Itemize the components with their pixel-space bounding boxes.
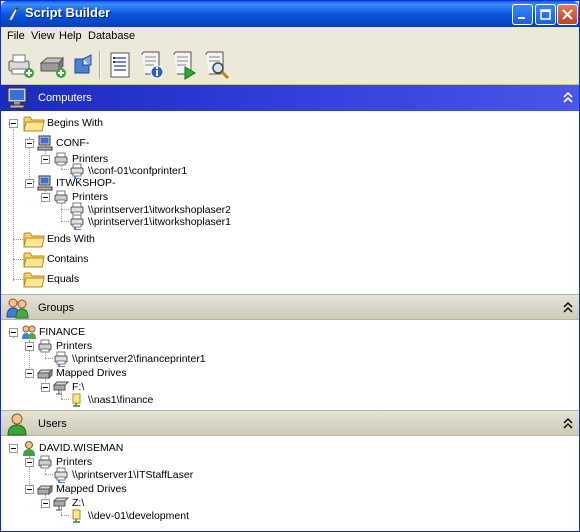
folder-icon — [23, 232, 45, 248]
add-printer-icon[interactable] — [6, 49, 36, 81]
menu-database[interactable]: Database — [88, 30, 135, 42]
tree-label: Begins With — [47, 117, 104, 129]
script-list-icon[interactable] — [105, 49, 135, 81]
tree-label: ITWKSHOP- — [56, 177, 116, 189]
collapse-toggle[interactable] — [9, 119, 18, 128]
folder-icon — [23, 252, 45, 268]
tree-label: DAVID.WISEMAN — [39, 442, 124, 454]
app-icon — [8, 7, 19, 21]
tree-label: \\printserver2\financeprinter1 — [72, 353, 206, 365]
minimize-button[interactable] — [512, 4, 533, 25]
users-section-header[interactable]: Users — [1, 410, 579, 436]
network-printer-icon — [70, 214, 84, 230]
groups-tree: FINANCE Printers \\printserver2\financep… — [1, 320, 579, 410]
tree-node-itwkshop-printer2[interactable]: \\printserver1\itworkshoplaser1 — [1, 214, 301, 230]
script-builder-window: Script Builder File View Help Database C… — [0, 0, 580, 532]
collapse-toggle[interactable] — [41, 499, 50, 508]
tree-node-equals[interactable]: Equals — [1, 271, 301, 288]
collapse-chevron-icon[interactable] — [561, 91, 575, 105]
computer-icon — [7, 87, 27, 109]
collapse-toggle[interactable] — [25, 179, 34, 188]
folder-icon — [23, 272, 45, 288]
users-header-label: Users — [38, 418, 67, 430]
groups-section-header[interactable]: Groups — [1, 294, 579, 320]
toolbar-separator — [99, 51, 101, 79]
collapse-chevron-icon[interactable] — [561, 301, 575, 315]
collapse-toggle[interactable] — [41, 383, 50, 392]
script-run-icon[interactable] — [169, 49, 199, 81]
tree-label: Contains — [47, 253, 89, 265]
tree-node-ends-with[interactable]: Ends With — [1, 231, 301, 248]
user-icon — [7, 413, 27, 436]
toolbar — [1, 45, 579, 85]
menu-help[interactable]: Help — [59, 30, 82, 42]
tree-label: \\nas1\finance — [88, 394, 154, 406]
close-button[interactable] — [557, 4, 578, 25]
add-drive-icon[interactable] — [38, 49, 68, 81]
tree-label: Mapped Drives — [56, 367, 127, 379]
tree-node-begins-with[interactable]: Begins With — [1, 115, 301, 132]
menu-view[interactable]: View — [31, 30, 55, 42]
collapse-toggle[interactable] — [25, 458, 34, 467]
collapse-toggle[interactable] — [25, 485, 34, 494]
tree-node-conf[interactable]: CONF- — [1, 135, 301, 151]
collapse-toggle[interactable] — [9, 444, 18, 453]
computers-header-label: Computers — [38, 92, 92, 104]
tree-label: Equals — [47, 273, 80, 285]
share-folder-icon — [72, 393, 81, 407]
folder-icon — [23, 116, 45, 132]
tree-node-contains[interactable]: Contains — [1, 251, 301, 268]
groups-header-label: Groups — [38, 302, 75, 314]
title-bar[interactable]: Script Builder — [1, 1, 579, 27]
script-info-icon[interactable] — [137, 49, 167, 81]
window-title: Script Builder — [25, 5, 111, 20]
tree-label: \\printserver1\itworkshoplaser1 — [88, 216, 231, 228]
collapse-toggle[interactable] — [25, 342, 34, 351]
tree-label: \\printserver1\ITStaffLaser — [72, 469, 194, 481]
minimize-icon — [518, 17, 525, 19]
tree-node-user-share[interactable]: \\dev-01\development — [1, 508, 301, 524]
collapse-toggle[interactable] — [9, 328, 18, 337]
share-folder-icon — [72, 509, 81, 523]
menu-file[interactable]: File — [7, 30, 25, 42]
close-icon — [562, 9, 573, 20]
tree-label: FINANCE — [39, 326, 86, 338]
collapse-chevron-icon[interactable] — [561, 417, 575, 431]
collapse-toggle[interactable] — [41, 193, 50, 202]
collapse-toggle[interactable] — [25, 139, 34, 148]
maximize-button[interactable] — [535, 4, 556, 25]
tree-label: Ends With — [47, 233, 95, 245]
group-icon — [6, 298, 29, 319]
add-group-icon[interactable] — [69, 49, 99, 81]
collapse-toggle[interactable] — [25, 369, 34, 378]
computers-tree: Begins With CONF- Printers \\conf-01\con… — [1, 111, 579, 294]
script-search-icon[interactable] — [201, 49, 231, 81]
tree-label: Mapped Drives — [56, 483, 127, 495]
tree-node-finance-share[interactable]: \\nas1\finance — [1, 392, 301, 408]
maximize-icon — [540, 9, 551, 20]
computers-section-header[interactable]: Computers — [1, 85, 579, 111]
computer-icon — [37, 135, 53, 151]
users-tree: DAVID.WISEMAN Printers \\printserver1\IT… — [1, 436, 579, 531]
menu-bar: File View Help Database — [1, 27, 579, 45]
tree-label: CONF- — [56, 137, 90, 149]
tree-label: \\dev-01\development — [88, 510, 189, 522]
